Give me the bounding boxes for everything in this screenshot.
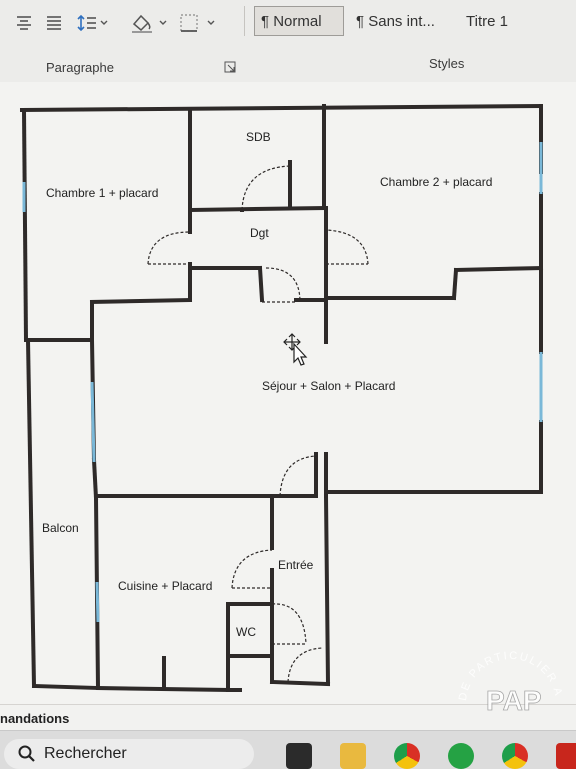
status-text: nandations	[0, 711, 70, 726]
line-spacing-button[interactable]	[76, 10, 112, 36]
borders-button[interactable]	[178, 10, 222, 36]
svg-text:PAP: PAP	[486, 685, 542, 716]
room-degagement: Dgt	[250, 226, 269, 240]
room-entree: Entrée	[278, 558, 314, 572]
room-chambre-2: Chambre 2 + placard	[380, 175, 493, 189]
room-cuisine: Cuisine + Placard	[118, 579, 213, 593]
folder-icon[interactable]	[340, 743, 366, 769]
document-page: Chambre 1 + placard SDB Chambre 2 + plac…	[0, 82, 576, 704]
style-sans-interligne[interactable]: ¶ Sans int...	[350, 6, 450, 36]
paragraph-group-label: Paragraphe	[46, 60, 114, 75]
taskbar-search-box[interactable]: Rechercher	[4, 739, 254, 769]
justify-icon[interactable]	[44, 10, 64, 36]
pap-watermark-logo: DE PARTICULIER A PARTICULIER PAP	[446, 644, 563, 716]
room-sdb: SDB	[246, 130, 271, 144]
room-balcon: Balcon	[42, 521, 79, 535]
style-titre-1[interactable]: Titre 1	[460, 6, 550, 36]
style-normal[interactable]: ¶ Normal	[254, 6, 344, 36]
ribbon: Paragraphe ¶ Normal ¶ Sans int... Titre …	[0, 0, 576, 83]
ribbon-divider	[244, 6, 245, 36]
dialog-launcher-icon[interactable]	[224, 60, 236, 73]
room-chambre-1: Chambre 1 + placard	[46, 186, 159, 200]
search-icon	[18, 745, 35, 762]
shading-button[interactable]	[128, 10, 172, 36]
search-placeholder: Rechercher	[44, 745, 127, 762]
styles-group-label: Styles	[429, 56, 465, 71]
room-wc: WC	[236, 625, 256, 639]
align-center-icon[interactable]	[14, 10, 34, 36]
chrome-icon[interactable]	[394, 743, 420, 769]
file-explorer-icon[interactable]	[286, 743, 312, 769]
room-sejour: Séjour + Salon + Placard	[262, 379, 396, 393]
move-cursor-icon	[283, 333, 308, 366]
